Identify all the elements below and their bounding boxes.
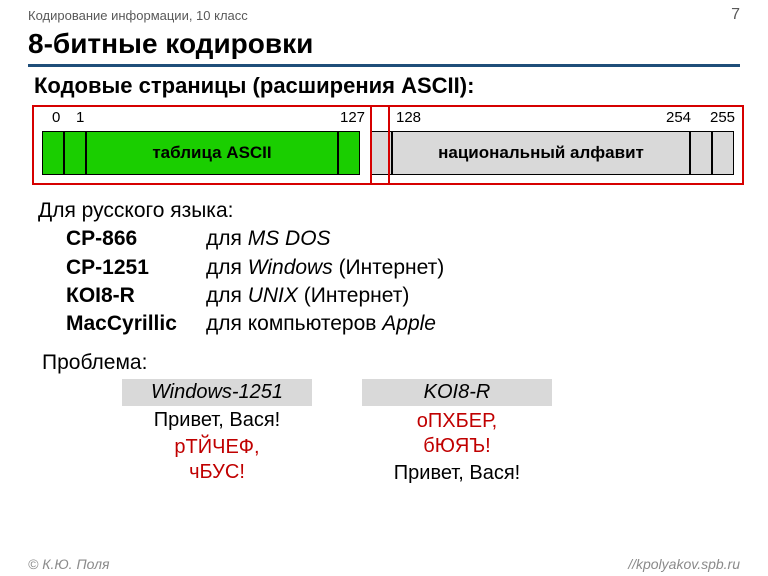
encoding-name: CP-1251 [66, 254, 206, 282]
column-head: KOI8-R [362, 379, 552, 406]
encoding-name: CP-866 [66, 225, 206, 253]
plain-text: Привет, Вася! [154, 409, 280, 432]
page-number: 7 [731, 6, 740, 24]
garbled-text: рТЙЧЕФ, чБУС! [174, 435, 259, 485]
ascii-block: таблица ASCII [86, 131, 338, 175]
encoding-desc: для компьютеров Apple [206, 310, 436, 338]
codepage-diagram: 0 1 127 128 254 255 таблица ASCII национ… [32, 105, 744, 185]
ascii-cell-127 [338, 131, 360, 175]
intro-line: Для русского языка: [38, 197, 740, 225]
tick-254: 254 [666, 109, 691, 126]
tick-1: 1 [76, 109, 84, 126]
problem-column-win1251: Windows-1251 Привет, Вася! рТЙЧЕФ, чБУС! [122, 379, 312, 485]
national-cell-254 [690, 131, 712, 175]
encoding-list: CP-866 для MS DOS CP-1251 для Windows (И… [66, 225, 740, 338]
diagram-gap [360, 131, 370, 175]
encoding-desc: для UNIX (Интернет) [206, 282, 409, 310]
problem-grid: Windows-1251 Привет, Вася! рТЙЧЕФ, чБУС!… [122, 379, 740, 485]
footer-author: К.Ю. Поля [28, 556, 109, 572]
footer-site: //kpolyakov.spb.ru [628, 556, 740, 572]
slide-subtitle: Кодовые страницы (расширения ASCII): [34, 73, 740, 99]
encoding-desc: для MS DOS [206, 225, 331, 253]
encoding-row: CP-866 для MS DOS [66, 225, 740, 253]
tick-255: 255 [710, 109, 735, 126]
problem-column-koi8r: KOI8-R оПХБЕР, бЮЯЪ! Привет, Вася! [362, 379, 552, 485]
body-text: Для русского языка: CP-866 для MS DOS CP… [38, 197, 740, 339]
title-underline [28, 64, 740, 67]
course-label: Кодирование информации, 10 класс [28, 8, 248, 23]
column-head: Windows-1251 [122, 379, 312, 406]
encoding-name: КОI8-R [66, 282, 206, 310]
problem-label: Проблема: [42, 351, 740, 375]
slide-footer: К.Ю. Поля //kpolyakov.spb.ru [0, 556, 768, 572]
national-cell-255 [712, 131, 734, 175]
ascii-cell-0 [42, 131, 64, 175]
tick-0: 0 [52, 109, 60, 126]
tick-127: 127 [340, 109, 365, 126]
encoding-row: CP-1251 для Windows (Интернет) [66, 254, 740, 282]
plain-text: Привет, Вася! [394, 462, 520, 485]
encoding-row: КОI8-R для UNIX (Интернет) [66, 282, 740, 310]
tick-128: 128 [396, 109, 421, 126]
divider-line-left [370, 105, 372, 185]
encoding-row: MacCyrillic для компьютеров Apple [66, 310, 740, 338]
encoding-desc: для Windows (Интернет) [206, 254, 444, 282]
slide-title: 8-битные кодировки [28, 28, 740, 60]
encoding-name: MacCyrillic [66, 310, 206, 338]
national-block: национальный алфавит [392, 131, 690, 175]
garbled-text: оПХБЕР, бЮЯЪ! [417, 409, 497, 459]
divider-line-right [388, 105, 390, 185]
ascii-cell-1 [64, 131, 86, 175]
